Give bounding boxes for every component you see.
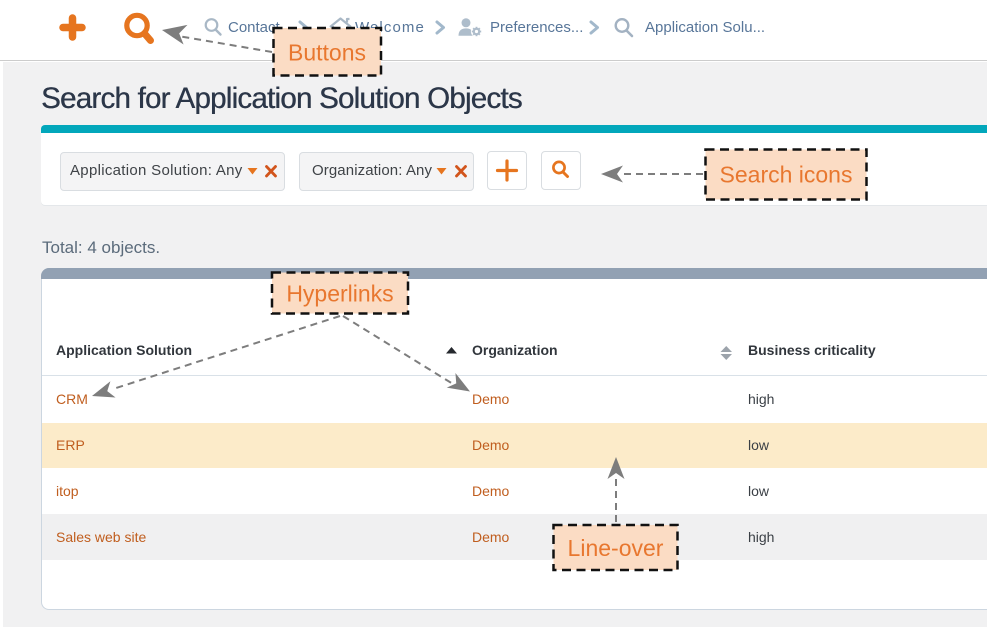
svg-text:Buttons: Buttons bbox=[288, 40, 366, 66]
svg-text:Search icons: Search icons bbox=[720, 162, 853, 188]
svg-text:Hyperlinks: Hyperlinks bbox=[286, 281, 393, 307]
svg-text:Line-over: Line-over bbox=[568, 535, 664, 561]
